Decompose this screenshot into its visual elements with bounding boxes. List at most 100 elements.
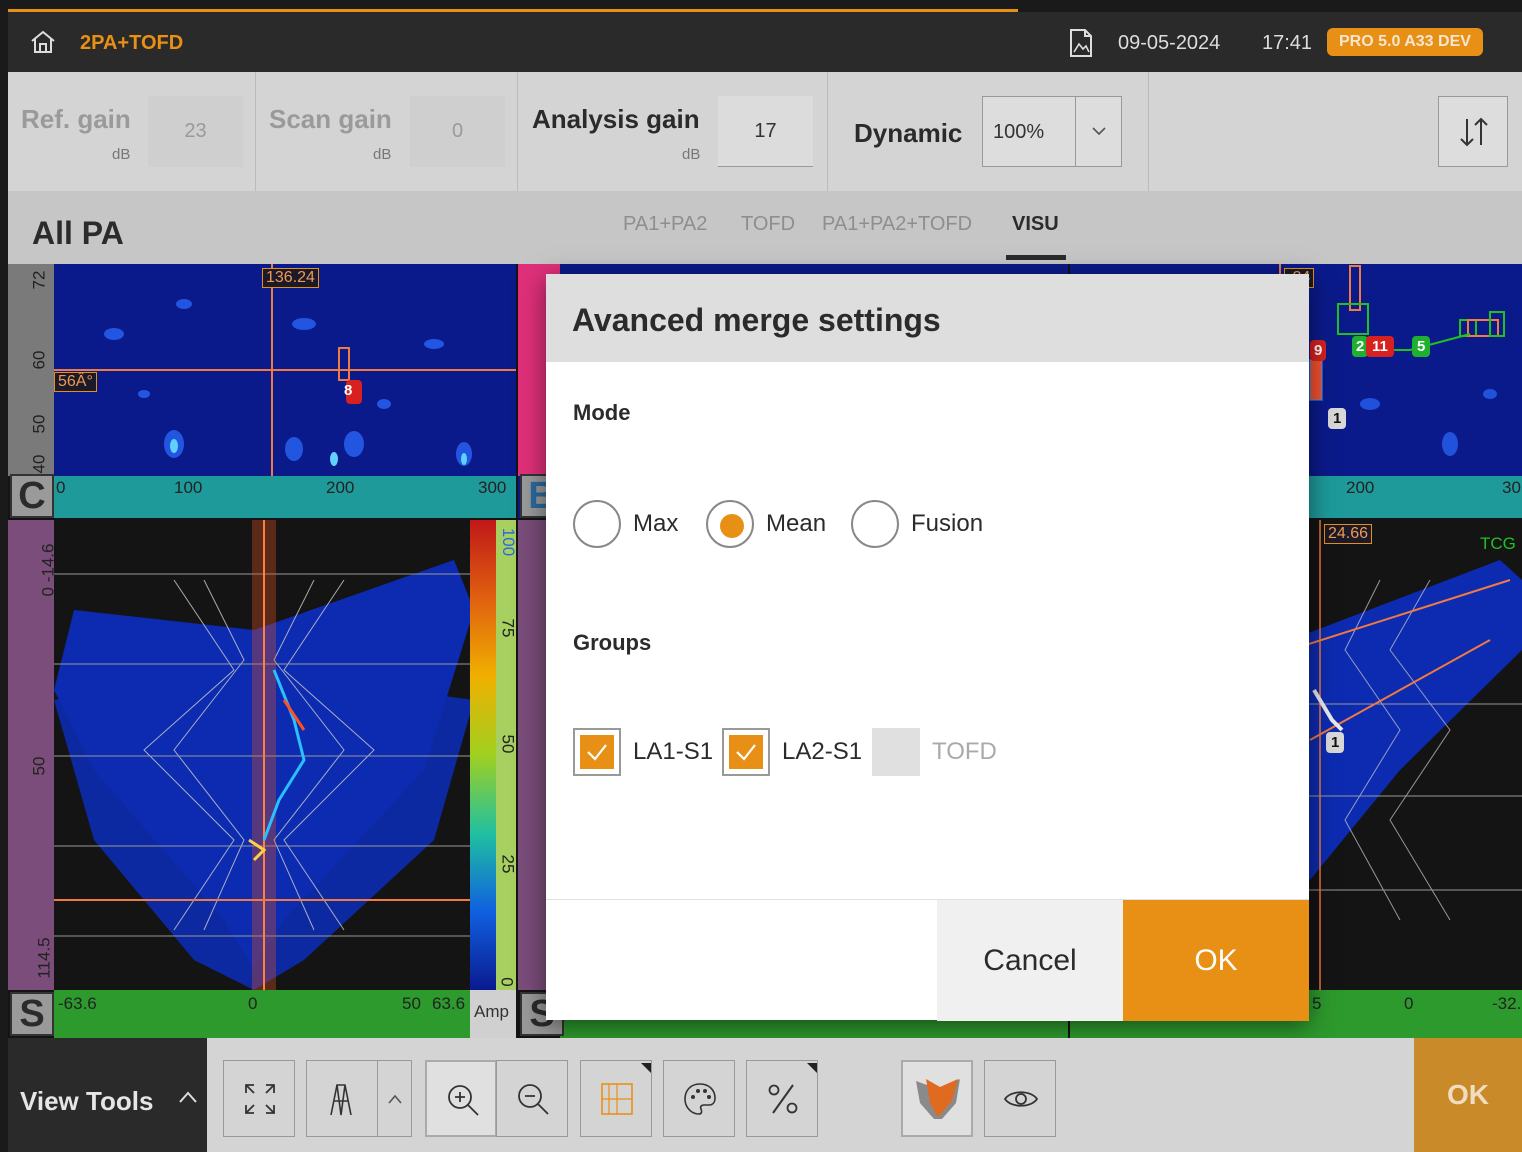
ref-gain-group: Ref. gain dB 23	[8, 72, 256, 191]
cscan-horizontal-ruler	[54, 476, 516, 518]
cscan-y-tick: 60	[29, 350, 49, 370]
group-label: LA2-S1	[782, 738, 863, 765]
dialog-footer: Cancel OK	[546, 899, 1309, 1021]
group-label: LA1-S1	[633, 738, 714, 765]
sscan-x-tick: 50	[402, 994, 421, 1013]
gain-bar: Ref. gain dB 23 Scan gain dB 0 Analysis …	[8, 72, 1522, 191]
cscan-vertical-ruler	[8, 264, 54, 476]
layout-button[interactable]	[580, 1060, 652, 1137]
toolbar-ok-button[interactable]: OK	[1414, 1038, 1522, 1152]
amp-tick: 50	[498, 734, 516, 754]
sort-button[interactable]	[1438, 96, 1508, 167]
scan-gain-value: 0	[410, 96, 505, 167]
amp-tick: 25	[498, 854, 516, 874]
ok-button[interactable]: OK	[1123, 900, 1309, 1021]
mode-radio-max[interactable]: Max	[573, 500, 683, 548]
cscan-x-tick: 300	[478, 478, 507, 497]
app-name: 2PA+TOFD	[80, 32, 184, 54]
mode-radio-label: Mean	[766, 510, 827, 537]
group-checkbox-tofd: TOFD	[872, 728, 1002, 776]
zoom-in-button[interactable]	[425, 1060, 497, 1137]
group-checkbox-la2-s1[interactable]: LA2-S1	[722, 728, 862, 776]
merge-view-button[interactable]	[901, 1060, 973, 1137]
view-tools-button[interactable]: View Tools	[8, 1038, 207, 1152]
scan-gain-group: Scan gain dB 0	[256, 72, 518, 191]
radio-selected-dot	[720, 514, 744, 538]
visibility-button[interactable]	[984, 1060, 1056, 1137]
corner-indicator-icon	[807, 1063, 817, 1073]
merge-settings-dialog: Avanced merge settings Mode Max Mean Fus…	[546, 274, 1309, 1021]
checkbox-box-disabled	[872, 728, 920, 776]
cscan-y-tick: 72	[29, 270, 49, 290]
active-tab-indicator	[1006, 255, 1066, 260]
scan-gain-unit: dB	[373, 146, 392, 163]
report-file-icon[interactable]	[1068, 28, 1094, 58]
tab-visu[interactable]: VISU	[1012, 213, 1059, 236]
percent-button[interactable]	[746, 1060, 818, 1137]
dynamic-label: Dynamic	[854, 118, 963, 148]
group-checkbox-la1-s1[interactable]: LA1-S1	[573, 728, 713, 776]
time-display: 17:41	[1262, 32, 1313, 54]
mode-radio-label: Fusion	[911, 510, 984, 537]
indication-marker[interactable]: 11	[1366, 336, 1394, 357]
sscan-left-panel[interactable]: 0 -14.6 50 114.5 100 75 50 25 0 -63.6 0 …	[8, 520, 516, 1038]
sscan-x-tick: 0	[248, 994, 258, 1013]
cscan-image	[54, 264, 516, 476]
dialog-body: Mode Max Mean Fusion Groups LA1-S1 LA2-S…	[546, 362, 1309, 899]
cscan-panel[interactable]: 72 60 50 40 136.24 56Â° 8 0 100 200 300	[8, 264, 516, 518]
divider	[377, 1061, 378, 1136]
chevron-up-icon	[388, 1094, 402, 1104]
analysis-gain-label: Analysis gain	[532, 104, 700, 134]
top-bar: 2PA+TOFD 09-05-2024 17:41 PRO 5.0 A33 DE…	[8, 9, 1522, 72]
indication-marker[interactable]: 8	[344, 382, 352, 399]
indication-marker[interactable]: 5	[1412, 336, 1431, 357]
zoom-out-button[interactable]	[496, 1060, 568, 1137]
version-badge: PRO 5.0 A33 DEV	[1327, 28, 1483, 56]
indication-marker[interactable]: 1	[1328, 408, 1347, 429]
eye-icon	[1003, 1091, 1039, 1107]
zoom-out-icon	[518, 1084, 549, 1115]
scan-gain-label: Scan gain	[269, 104, 392, 134]
sort-arrows-icon	[1460, 117, 1488, 147]
cscan-y-tick: 50	[29, 414, 49, 434]
fullscreen-button[interactable]	[223, 1060, 295, 1137]
ref-gain-label: Ref. gain	[21, 104, 131, 134]
amp-label: Amp	[474, 1002, 509, 1021]
palette-icon	[684, 1083, 716, 1115]
cscan-x-tick: 200	[326, 478, 355, 497]
amp-tick: 100	[499, 527, 516, 557]
tab-pa1-pa2[interactable]: PA1+PA2	[623, 213, 707, 236]
mode-radio-fusion[interactable]: Fusion	[851, 500, 991, 548]
date-display: 09-05-2024	[1118, 32, 1221, 54]
home-icon[interactable]	[30, 30, 56, 54]
sscan-y-tick: 50	[29, 756, 49, 776]
ref-gain-unit: dB	[112, 146, 131, 163]
checkbox-box	[722, 728, 770, 776]
analysis-gain-input[interactable]: 17	[718, 96, 813, 167]
radio-circle	[851, 500, 899, 548]
indication-marker[interactable]: 9	[1310, 340, 1327, 361]
checkmark-icon	[587, 744, 607, 761]
amplitude-scale-ruler	[496, 520, 516, 990]
checkmark-icon	[736, 744, 756, 761]
sscan-left-image	[54, 520, 470, 990]
right-top-x-tick: 200	[1346, 478, 1375, 497]
right-bottom-x-tick: 0	[1404, 994, 1414, 1013]
palette-button[interactable]	[663, 1060, 735, 1137]
sscan-view-letter[interactable]: S	[10, 992, 54, 1036]
corner-indicator-icon	[641, 1063, 651, 1073]
probe-tool-button[interactable]	[306, 1060, 412, 1137]
indication-marker[interactable]: 1	[1326, 732, 1345, 753]
radio-circle	[706, 500, 754, 548]
sscan-y-tick: 114.5	[34, 937, 54, 979]
tab-pa1-pa2-tofd[interactable]: PA1+PA2+TOFD	[822, 213, 972, 236]
cscan-view-letter[interactable]: C	[10, 474, 54, 518]
percent-icon	[768, 1084, 798, 1114]
cscan-angle-tag: 56Â°	[54, 372, 97, 392]
mode-radio-mean[interactable]: Mean	[706, 500, 831, 548]
dynamic-select[interactable]: 100%	[982, 96, 1122, 167]
cancel-button[interactable]: Cancel	[937, 900, 1123, 1021]
dialog-title: Avanced merge settings	[572, 302, 941, 338]
analysis-gain-group: Analysis gain dB 17	[518, 72, 828, 191]
tab-tofd[interactable]: TOFD	[741, 213, 795, 236]
